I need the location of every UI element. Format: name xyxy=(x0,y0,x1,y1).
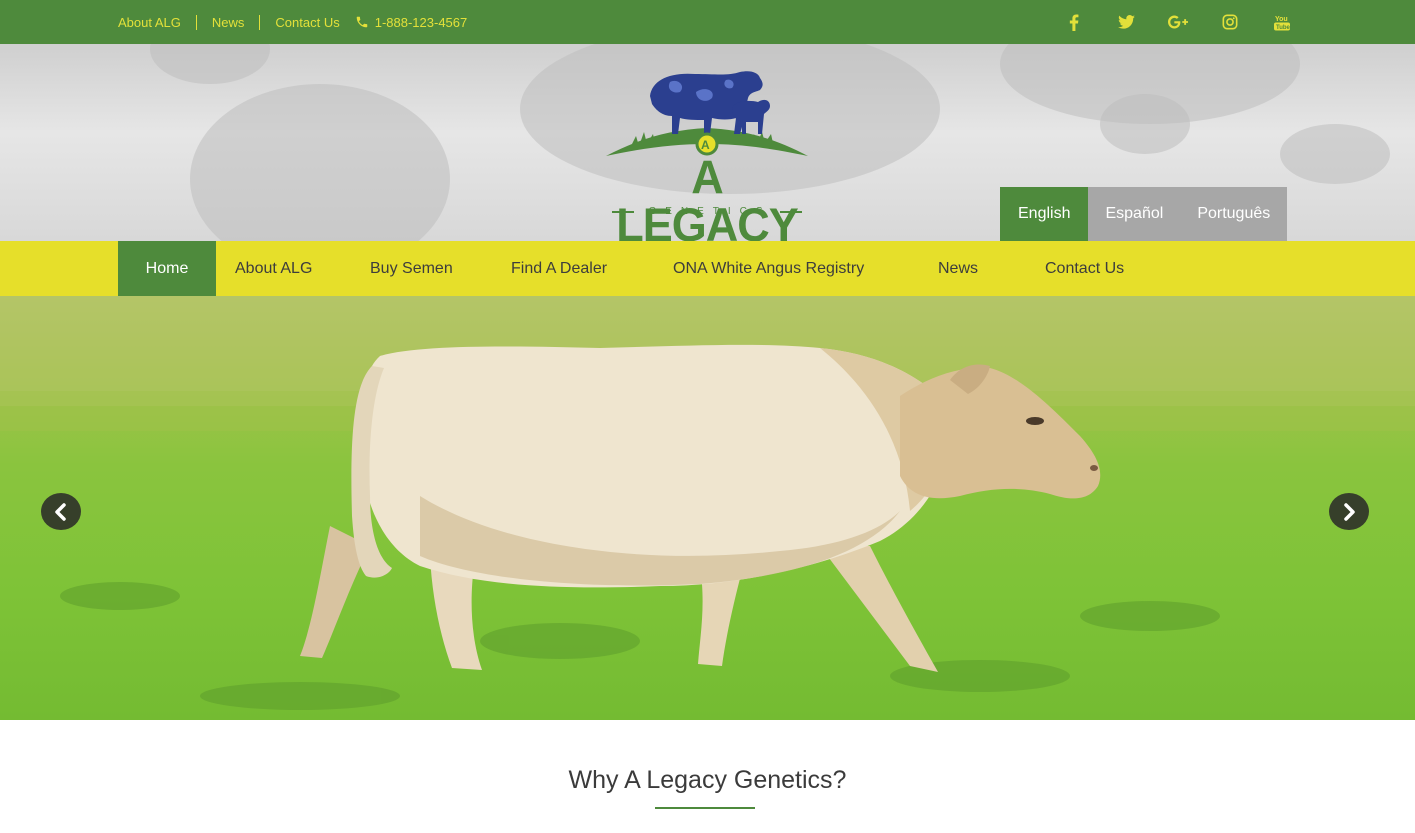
nav-item-contact[interactable]: Contact Us xyxy=(1045,241,1124,296)
nav-item-registry[interactable]: ONA White Angus Registry xyxy=(673,241,864,296)
section-title-underline xyxy=(655,807,755,809)
nav-item-buy-semen[interactable]: Buy Semen xyxy=(370,241,453,296)
top-link-news[interactable]: News xyxy=(212,15,245,30)
chevron-right-icon xyxy=(1344,502,1355,521)
svg-text:You: You xyxy=(1275,16,1288,23)
logo-rule xyxy=(779,210,802,213)
map-decoration xyxy=(1100,94,1190,154)
social-links: You Tube xyxy=(1060,0,1320,44)
twitter-icon[interactable] xyxy=(1112,8,1140,36)
cow xyxy=(300,344,1101,672)
hero-slider xyxy=(0,296,1415,720)
main-nav: Home About ALG Buy Semen Find A Dealer O… xyxy=(0,241,1415,296)
youtube-icon[interactable]: You Tube xyxy=(1268,8,1296,36)
hero-image xyxy=(0,296,1415,710)
phone-number: 1-888-123-4567 xyxy=(374,14,468,30)
map-decoration xyxy=(190,84,450,241)
top-link-divider xyxy=(195,14,197,30)
nav-item-about[interactable]: About ALG xyxy=(235,241,312,296)
top-link-about[interactable]: About ALG xyxy=(118,15,181,30)
top-link-divider xyxy=(259,14,261,30)
nav-item-news[interactable]: News xyxy=(938,241,978,296)
nav-item-find-dealer[interactable]: Find A Dealer xyxy=(511,241,607,296)
facebook-icon[interactable] xyxy=(1060,8,1088,36)
lang-espanol[interactable]: Español xyxy=(1088,187,1181,241)
logo-wordmark: A LEGACY xyxy=(616,150,799,241)
section-title: Why A Legacy Genetics? xyxy=(568,766,847,794)
map-decoration xyxy=(1280,124,1390,184)
google-plus-icon[interactable] xyxy=(1164,8,1192,36)
lang-english[interactable]: English xyxy=(1000,187,1089,241)
site-header: A A LEGACY GENETICS English Español Port… xyxy=(0,44,1415,241)
slider-prev-button[interactable] xyxy=(41,493,81,530)
phone-link[interactable]: 1-888-123-4567 xyxy=(355,14,468,30)
svg-text:Tube: Tube xyxy=(1276,25,1290,31)
map-decoration xyxy=(150,44,270,84)
site-logo[interactable]: A A LEGACY GENETICS xyxy=(600,68,814,241)
top-links: About ALG News Contact Us 1-888-123-4567 xyxy=(118,0,467,44)
logo-rule xyxy=(612,210,635,213)
slider-next-button[interactable] xyxy=(1329,493,1369,530)
chevron-left-icon xyxy=(55,502,66,521)
logo-subtitle-text: GENETICS xyxy=(648,206,772,217)
lang-portugues[interactable]: Português xyxy=(1180,187,1288,241)
logo-subtitle: GENETICS xyxy=(600,206,814,217)
top-link-contact[interactable]: Contact Us xyxy=(275,15,339,30)
language-switcher: English Español Português xyxy=(1000,187,1288,241)
instagram-icon[interactable] xyxy=(1216,8,1244,36)
nav-item-home[interactable]: Home xyxy=(118,241,216,296)
phone-icon xyxy=(356,16,367,28)
top-utility-bar: About ALG News Contact Us 1-888-123-4567… xyxy=(0,0,1415,44)
